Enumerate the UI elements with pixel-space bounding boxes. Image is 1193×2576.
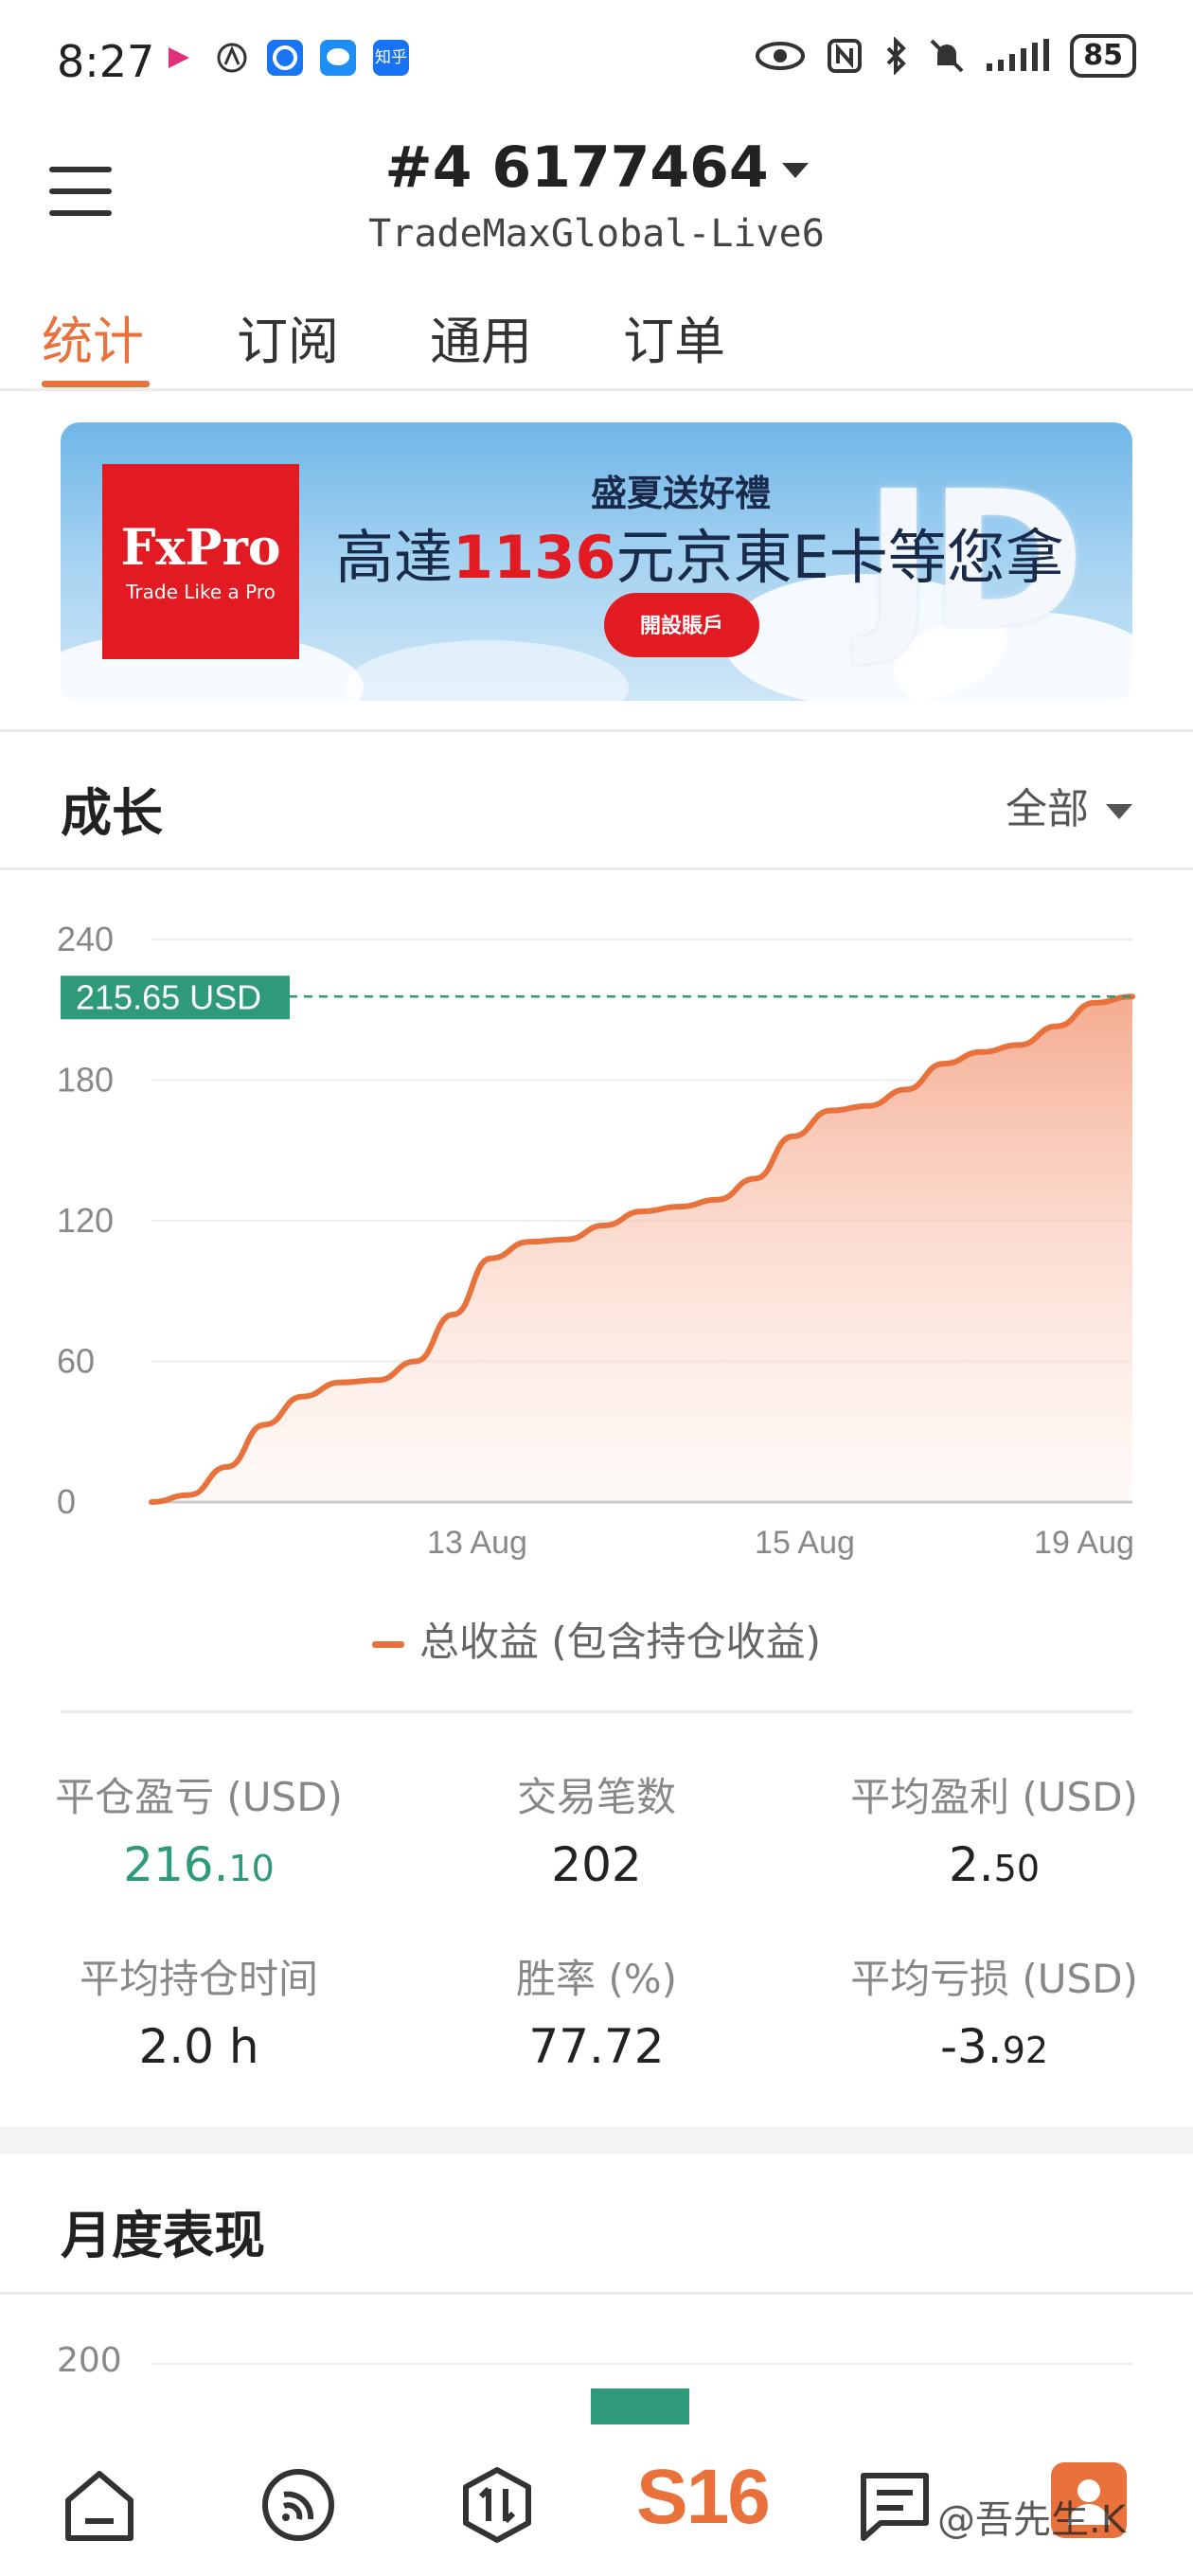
monthly-title: 月度表现 (61, 2206, 265, 2265)
tab-statistics[interactable]: 统计 (42, 299, 144, 374)
stat-value: 2.50 (948, 1837, 1041, 1892)
battery-indicator: 85 (1070, 34, 1136, 78)
account-number: #4 6177464 (384, 134, 769, 201)
stat-value: -3.92 (939, 2019, 1049, 2074)
banner-headline: 盛夏送好禮 (591, 473, 772, 514)
tab-divider (0, 388, 1193, 391)
open-account-button[interactable]: 開設賬戶 (604, 593, 759, 657)
nav-messages[interactable] (852, 2462, 937, 2548)
zhihu-app-icon: 知乎 (373, 40, 409, 76)
section-separator (0, 2126, 1193, 2155)
tab-subscription[interactable]: 订阅 (237, 299, 339, 374)
stat-label: 平均亏损 (USD) (850, 1956, 1138, 2002)
stat-label: 平仓盈亏 (USD) (55, 1774, 343, 1820)
signal-icon (987, 39, 1050, 71)
app-notification-icon (267, 40, 303, 76)
y-tick-label: 60 (57, 1342, 95, 1381)
nav-home[interactable] (57, 2462, 142, 2548)
stat-value: 2.0 h (138, 2019, 259, 2074)
status-time: 8:27 (57, 36, 155, 87)
tab-general[interactable]: 通用 (430, 299, 532, 374)
stat-label: 交易笔数 (516, 1774, 676, 1820)
chart-legend: 总收益 (包含持仓收益) (0, 1610, 1193, 1668)
section-divider (0, 729, 1193, 732)
stat-label: 平均盈利 (USD) (850, 1774, 1138, 1820)
x-tick-label: 19 Aug (1034, 1525, 1134, 1561)
growth-area (151, 996, 1132, 1502)
monthly-ytick: 200 (57, 2341, 122, 2380)
monthly-bar (591, 2388, 689, 2426)
growth-title: 成长 (61, 783, 163, 843)
trade-icon (463, 2467, 531, 2543)
growth-chart: 240 180 120 60 0 13 Aug 15 Aug 19 Aug 215.65 U… (57, 920, 1135, 1561)
banner-offer: 高達1136元京東E卡等您拿 (335, 523, 1064, 592)
eye-icon (756, 42, 806, 70)
fxpro-logo: FxPro Trade Like a Pro (102, 464, 299, 659)
monthly-gridline (151, 2363, 1132, 2365)
x-tick-label: 15 Aug (755, 1525, 855, 1561)
section-divider (0, 868, 1193, 870)
y-tick-label: 120 (57, 1201, 114, 1240)
nfc-icon (828, 39, 863, 73)
app-notification-icon (214, 40, 250, 76)
status-icons: 85 (754, 34, 1136, 78)
section-divider (0, 2292, 1193, 2295)
stat-label: 胜率 (%) (515, 1956, 678, 2002)
bottom-nav: S16 @吾先生.K (0, 2424, 1193, 2576)
x-tick-label: 13 Aug (427, 1525, 527, 1561)
account-selector[interactable]: #4 6177464 (0, 134, 1193, 201)
stat-value: 202 (551, 1837, 642, 1892)
caret-down-icon (781, 163, 809, 179)
legend-divider (61, 1710, 1132, 1713)
y-tick-label: 240 (57, 920, 114, 958)
caret-down-icon (1106, 804, 1132, 819)
nav-feed[interactable] (256, 2462, 341, 2548)
y-tick-label: 180 (57, 1061, 114, 1100)
mute-icon (930, 39, 964, 73)
stat-value: 77.72 (528, 2019, 665, 2074)
messages-icon (861, 2473, 929, 2541)
rss-icon (262, 2469, 334, 2541)
stat-label: 平均持仓时间 (79, 1956, 318, 2002)
promo-banner[interactable]: JD FxPro Trade Like a Pro 盛夏送好禮 高達1136元京… (61, 422, 1132, 701)
active-tab-indicator (42, 381, 150, 387)
s16-logo[interactable]: S16 (636, 2453, 771, 2542)
stat-value: 216.10 (123, 1837, 275, 1892)
y-tick-label: 0 (57, 1482, 76, 1521)
legend-line-icon (371, 1641, 404, 1648)
app-notification-icon (161, 40, 197, 76)
server-name: TradeMaxGlobal-Live6 (368, 212, 825, 256)
nav-trade[interactable] (454, 2462, 540, 2548)
current-value-label: 215.65 USD (76, 977, 261, 1016)
bluetooth-icon (886, 37, 907, 75)
tab-orders[interactable]: 订单 (623, 299, 725, 374)
period-filter[interactable]: 全部 (1006, 775, 1132, 835)
message-app-icon (320, 40, 356, 76)
home-icon (65, 2471, 134, 2541)
watermark: @吾先生.K (937, 2498, 1126, 2542)
